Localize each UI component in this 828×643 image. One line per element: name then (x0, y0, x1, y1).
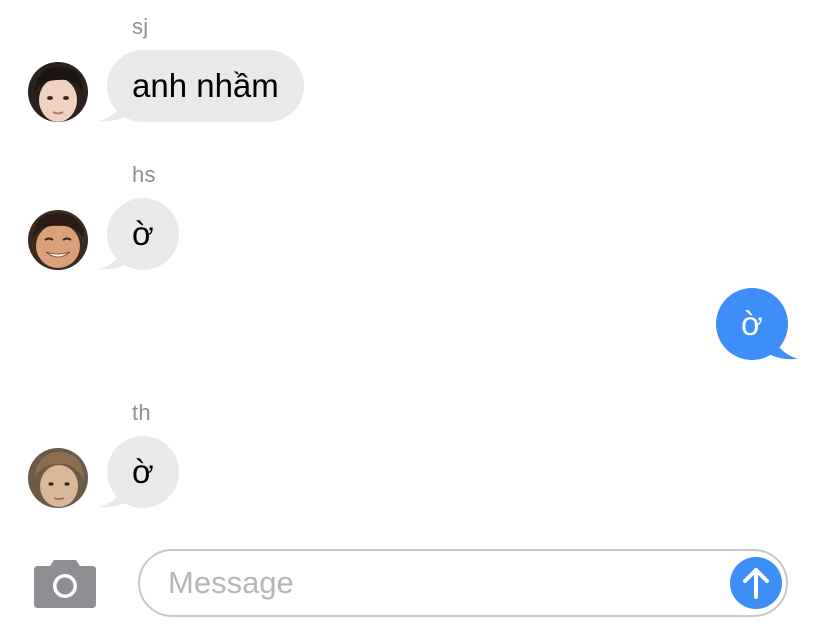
sender-name: th (132, 400, 151, 425)
message-input[interactable] (168, 551, 708, 615)
camera-icon[interactable] (34, 558, 96, 608)
message-input-container[interactable] (138, 549, 788, 617)
avatar-photo (28, 62, 88, 122)
sender-name: hs (132, 162, 156, 187)
message-bubble-incoming[interactable]: ờ (107, 436, 179, 508)
message-bubble-incoming[interactable]: anh nhầm (107, 50, 304, 122)
sender-name: sj (132, 14, 149, 39)
imessage-group-thread: sj anh nhầm hs ờ ờ th ờ Message (0, 0, 828, 643)
send-button[interactable] (730, 557, 782, 609)
avatar-photo (28, 448, 88, 508)
message-bubble-outgoing[interactable]: ờ (716, 288, 788, 360)
message-bubble-incoming[interactable]: ờ (107, 198, 179, 270)
avatar[interactable] (28, 448, 88, 508)
avatar-photo (28, 210, 88, 270)
avatar[interactable] (28, 62, 88, 122)
avatar[interactable] (28, 210, 88, 270)
arrow-up-icon (743, 568, 769, 599)
